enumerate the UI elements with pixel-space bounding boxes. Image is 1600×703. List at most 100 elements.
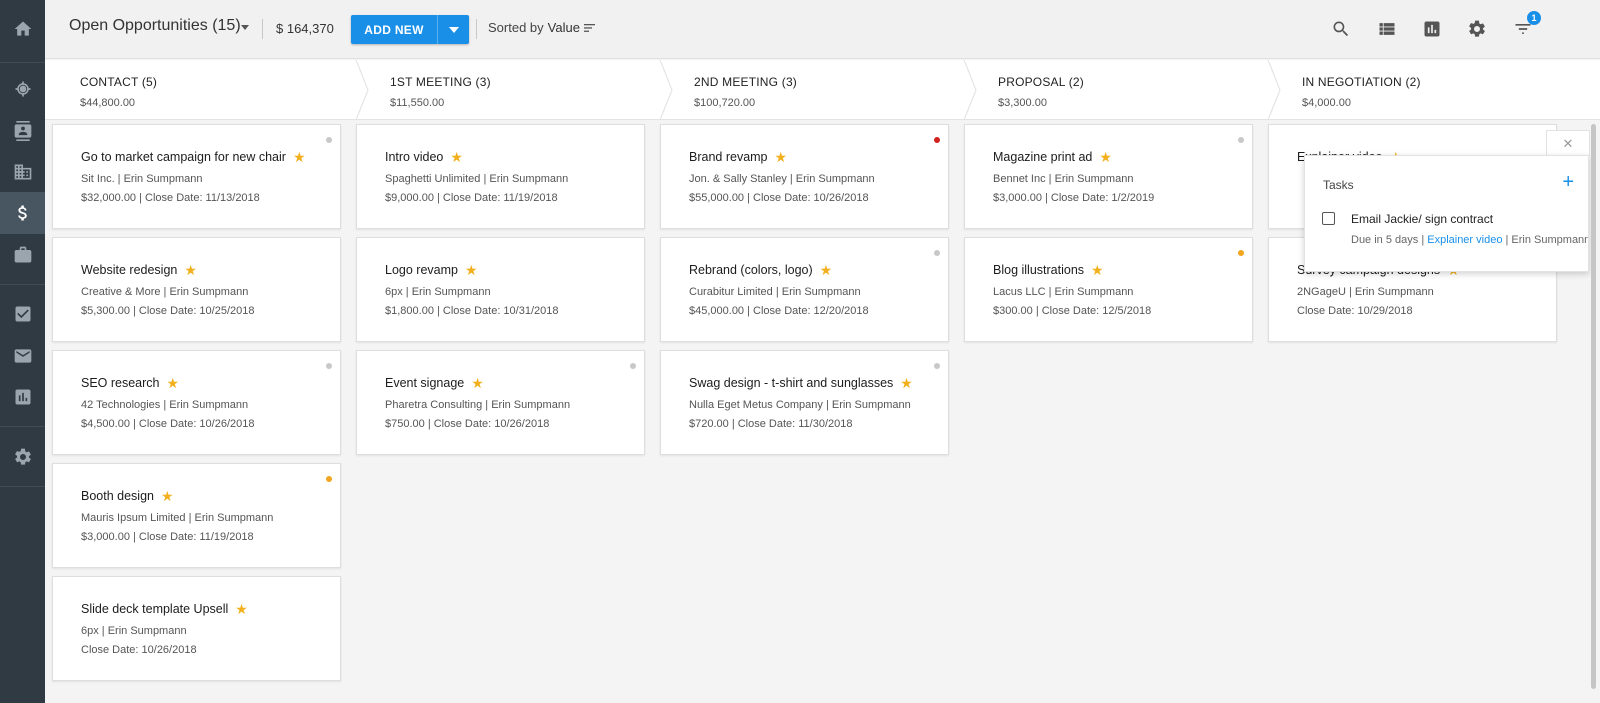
card-title: Magazine print ad ★ [993,150,1112,164]
card-title: Go to market campaign for new chair ★ [81,150,306,164]
title-dropdown-icon[interactable] [241,25,249,30]
opportunity-card[interactable]: Magazine print ad ★ Bennet Inc | Erin Sump… [964,124,1253,229]
star-icon[interactable]: ★ [450,150,463,164]
star-icon[interactable]: ★ [471,376,484,390]
stage-amount: $44,800.00 [80,97,136,109]
filter-button[interactable]: 1 [1511,11,1541,41]
opportunity-card[interactable]: Slide deck template Upsell ★ 6px | Erin Su… [52,576,341,681]
opportunity-card[interactable]: SEO research ★ 42 Technologies | Erin Sump… [52,350,341,455]
nav-companies[interactable] [0,151,45,193]
star-icon[interactable]: ★ [820,263,833,277]
card-title-text: Website redesign [81,263,178,277]
opportunity-card[interactable]: Intro video ★ Spaghetti Unlimited | Erin S… [356,124,645,229]
chart-view-button[interactable] [1420,17,1444,41]
activity-status-dot [326,476,332,482]
settings-icon [14,448,31,465]
card-company-owner: Creative & More | Erin Sumpmann [81,286,249,298]
star-icon[interactable]: ★ [900,376,913,390]
top-toolbar: Open Opportunities (15) $ 164,370 ADD NE… [45,0,1600,59]
nav-projects[interactable] [0,234,45,276]
target-icon [15,81,30,97]
bar-chart-icon [1424,21,1440,37]
star-icon[interactable]: ★ [167,376,180,390]
card-company-owner: Spaghetti Unlimited | Erin Sumpmann [385,173,569,185]
card-title-text: Swag design - t-shirt and sunglasses [689,376,894,390]
nav-settings[interactable] [0,436,45,478]
opportunity-card[interactable]: Blog illustrations ★ Lacus LLC | Erin Sump… [964,237,1253,342]
task-due: Due in 5 days | [1351,234,1428,246]
opportunity-card[interactable]: Website redesign ★ Creative & More | Erin … [52,237,341,342]
card-title: Rebrand (colors, logo) ★ [689,263,832,277]
star-icon[interactable]: ★ [161,489,174,503]
nav-reports[interactable] [0,376,45,418]
stage-amount: $3,300.00 [998,97,1047,109]
list-view-icon [1379,23,1395,35]
card-title-text: Brand revamp [689,150,768,164]
stage-proposal[interactable]: PROPOSAL (2) $3,300.00 [963,60,1273,120]
opportunity-card[interactable]: Go to market campaign for new chair ★ Sit … [52,124,341,229]
opportunity-card[interactable]: Event signage ★ Pharetra Consulting | Erin… [356,350,645,455]
card-title: Swag design - t-shirt and sunglasses ★ [689,376,913,390]
stage-amount: $4,000.00 [1302,97,1351,109]
settings-button[interactable] [1465,17,1489,41]
card-value-close-date: $9,000.00 | Close Date: 11/19/2018 [385,192,558,204]
card-title: Event signage ★ [385,376,484,390]
opportunity-card[interactable]: Rebrand (colors, logo) ★ Curabitur Limited… [660,237,949,342]
card-company-owner: 6px | Erin Sumpmann [81,625,187,637]
star-icon[interactable]: ★ [293,150,306,164]
stage-name: PROPOSAL (2) [998,75,1084,89]
close-popover-button[interactable]: ✕ [1546,130,1590,156]
sort-control[interactable]: Sorted by Value [488,20,596,35]
task-checkbox[interactable] [1322,212,1335,225]
card-company-owner: Pharetra Consulting | Erin Sumpmann [385,399,571,411]
star-icon[interactable]: ★ [775,150,788,164]
nav-target[interactable] [0,68,45,110]
activity-status-dot [326,363,332,369]
nav-contacts[interactable] [0,110,45,152]
add-task-button[interactable]: + [1562,172,1574,192]
nav-tasks[interactable] [0,293,45,335]
star-icon[interactable]: ★ [184,263,197,277]
tasks-popover: Tasks + Email Jackie/ sign contract Due … [1304,155,1589,272]
task-opportunity-link[interactable]: Explainer video [1427,234,1502,246]
gear-icon [1469,20,1485,37]
opportunity-card[interactable]: Booth design ★ Mauris Ipsum Limited | Erin… [52,463,341,568]
dollar-icon [17,205,27,221]
card-company-owner: Sit Inc. | Erin Sumpmann [81,173,203,185]
filter-count-badge: 1 [1527,11,1541,25]
opportunity-card[interactable]: Brand revamp ★ Jon. & Sally Stanley | Erin… [660,124,949,229]
star-icon[interactable]: ★ [1091,263,1104,277]
star-icon[interactable]: ★ [465,263,478,277]
opportunity-card[interactable]: Swag design - t-shirt and sunglasses ★ Nul… [660,350,949,455]
stage-2nd-meeting[interactable]: 2ND MEETING (3) $100,720.00 [659,60,969,120]
nav-mail[interactable] [0,335,45,377]
card-title: Website redesign ★ [81,263,197,277]
mail-icon [14,349,31,363]
add-new-label[interactable]: ADD NEW [351,23,437,37]
card-title-text: Logo revamp [385,263,458,277]
board-scrollbar[interactable] [1591,124,1596,689]
star-icon[interactable]: ★ [235,602,248,616]
stage-contact[interactable]: CONTACT (5) $44,800.00 [45,60,355,120]
search-button[interactable] [1329,17,1353,41]
tasks-icon [15,306,30,322]
nav-home[interactable] [0,8,45,50]
task-title[interactable]: Email Jackie/ sign contract [1351,212,1493,226]
contacts-icon [14,121,31,141]
opportunity-card[interactable]: Logo revamp ★ 6px | Erin Sumpmann $1,800.00… [356,237,645,342]
activity-status-dot [934,363,940,369]
card-title-text: Booth design [81,489,154,503]
card-value-close-date: $45,000.00 | Close Date: 12/20/2018 [689,305,869,317]
card-value-close-date: $32,000.00 | Close Date: 11/13/2018 [81,192,260,204]
star-icon[interactable]: ★ [1099,150,1112,164]
stage-in-negotiation[interactable]: IN NEGOTIATION (2) $4,000.00 [1267,60,1597,120]
add-new-button[interactable]: ADD NEW [351,15,469,44]
add-new-dropdown[interactable] [438,15,469,44]
page-title[interactable]: Open Opportunities (15) [69,17,241,35]
nav-opportunities[interactable] [0,192,45,234]
activity-status-dot [1238,250,1244,256]
card-company-owner: 42 Technologies | Erin Sumpmann [81,399,249,411]
stage-name: 1ST MEETING (3) [390,75,491,89]
list-view-button[interactable] [1375,17,1399,41]
stage-1st-meeting[interactable]: 1ST MEETING (3) $11,550.00 [355,60,665,120]
